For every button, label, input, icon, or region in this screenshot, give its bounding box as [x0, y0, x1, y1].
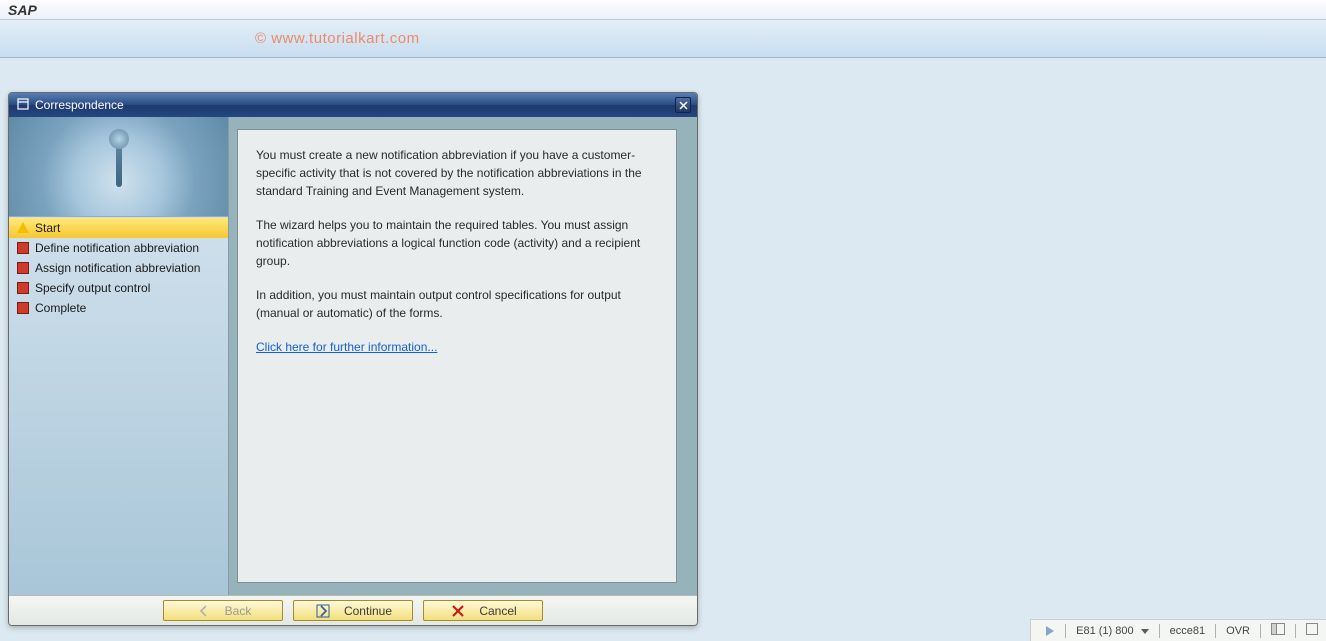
step-label: Start [35, 221, 60, 235]
pending-icon [17, 302, 29, 314]
step-label: Assign notification abbreviation [35, 261, 200, 275]
status-collapse-icon[interactable] [1306, 623, 1318, 638]
continue-icon [314, 603, 332, 619]
status-session[interactable]: E81 (1) 800 [1076, 625, 1149, 637]
button-label: Back [225, 604, 252, 618]
separator [1065, 624, 1066, 638]
cancel-icon [449, 603, 467, 619]
separator [1215, 624, 1216, 638]
app-toolbar: © www.tutorialkart.com [0, 20, 1326, 58]
app-title-bar: SAP [0, 0, 1326, 20]
watermark-text: © www.tutorialkart.com [255, 30, 420, 47]
app-title: SAP [8, 2, 37, 18]
wizard-content: You must create a new notification abbre… [237, 129, 677, 583]
step-assign-notification-abbreviation[interactable]: Assign notification abbreviation [9, 258, 228, 278]
status-server: ecce81 [1170, 625, 1205, 637]
content-paragraph: You must create a new notification abbre… [256, 146, 658, 200]
pending-icon [17, 282, 29, 294]
status-mode: OVR [1226, 625, 1250, 637]
separator [1159, 624, 1160, 638]
wizard-right-panel: You must create a new notification abbre… [229, 117, 697, 595]
cancel-button[interactable]: Cancel [423, 600, 543, 621]
content-paragraph: In addition, you must maintain output co… [256, 286, 658, 322]
dialog-footer: Back Continue Cancel [9, 595, 697, 625]
step-define-notification-abbreviation[interactable]: Define notification abbreviation [9, 238, 228, 258]
step-specify-output-control[interactable]: Specify output control [9, 278, 228, 298]
dialog-titlebar[interactable]: Correspondence [9, 93, 697, 117]
wizard-decorative-image [9, 117, 228, 217]
close-button[interactable] [675, 97, 691, 113]
wizard-left-panel: Start Define notification abbreviation A… [9, 117, 229, 595]
dialog-icon [17, 98, 29, 113]
dropdown-icon [1141, 629, 1149, 634]
pending-icon [17, 262, 29, 274]
back-button: Back [163, 600, 283, 621]
wizard-dialog: Correspondence Start Define notification… [8, 92, 698, 626]
step-label: Define notification abbreviation [35, 241, 199, 255]
status-session-text: E81 (1) 800 [1076, 625, 1133, 637]
button-label: Cancel [479, 604, 516, 618]
separator [1295, 624, 1296, 638]
status-layout-icon[interactable] [1271, 623, 1285, 638]
dialog-body: Start Define notification abbreviation A… [9, 117, 697, 595]
separator [1260, 624, 1261, 638]
step-label: Complete [35, 301, 86, 315]
status-bar: E81 (1) 800 ecce81 OVR [1030, 619, 1326, 641]
close-icon [679, 101, 688, 110]
warning-icon [17, 222, 29, 233]
pending-icon [17, 242, 29, 254]
dialog-title: Correspondence [35, 98, 124, 112]
step-complete[interactable]: Complete [9, 298, 228, 318]
step-label: Specify output control [35, 281, 150, 295]
button-label: Continue [344, 604, 392, 618]
wizard-step-list: Start Define notification abbreviation A… [9, 217, 228, 595]
main-area: Correspondence Start Define notification… [0, 58, 1326, 641]
content-paragraph: The wizard helps you to maintain the req… [256, 216, 658, 270]
back-icon [195, 603, 213, 619]
status-indicator-icon [1046, 626, 1054, 636]
step-start[interactable]: Start [9, 218, 228, 238]
continue-button[interactable]: Continue [293, 600, 413, 621]
further-info-link[interactable]: Click here for further information... [256, 340, 437, 354]
